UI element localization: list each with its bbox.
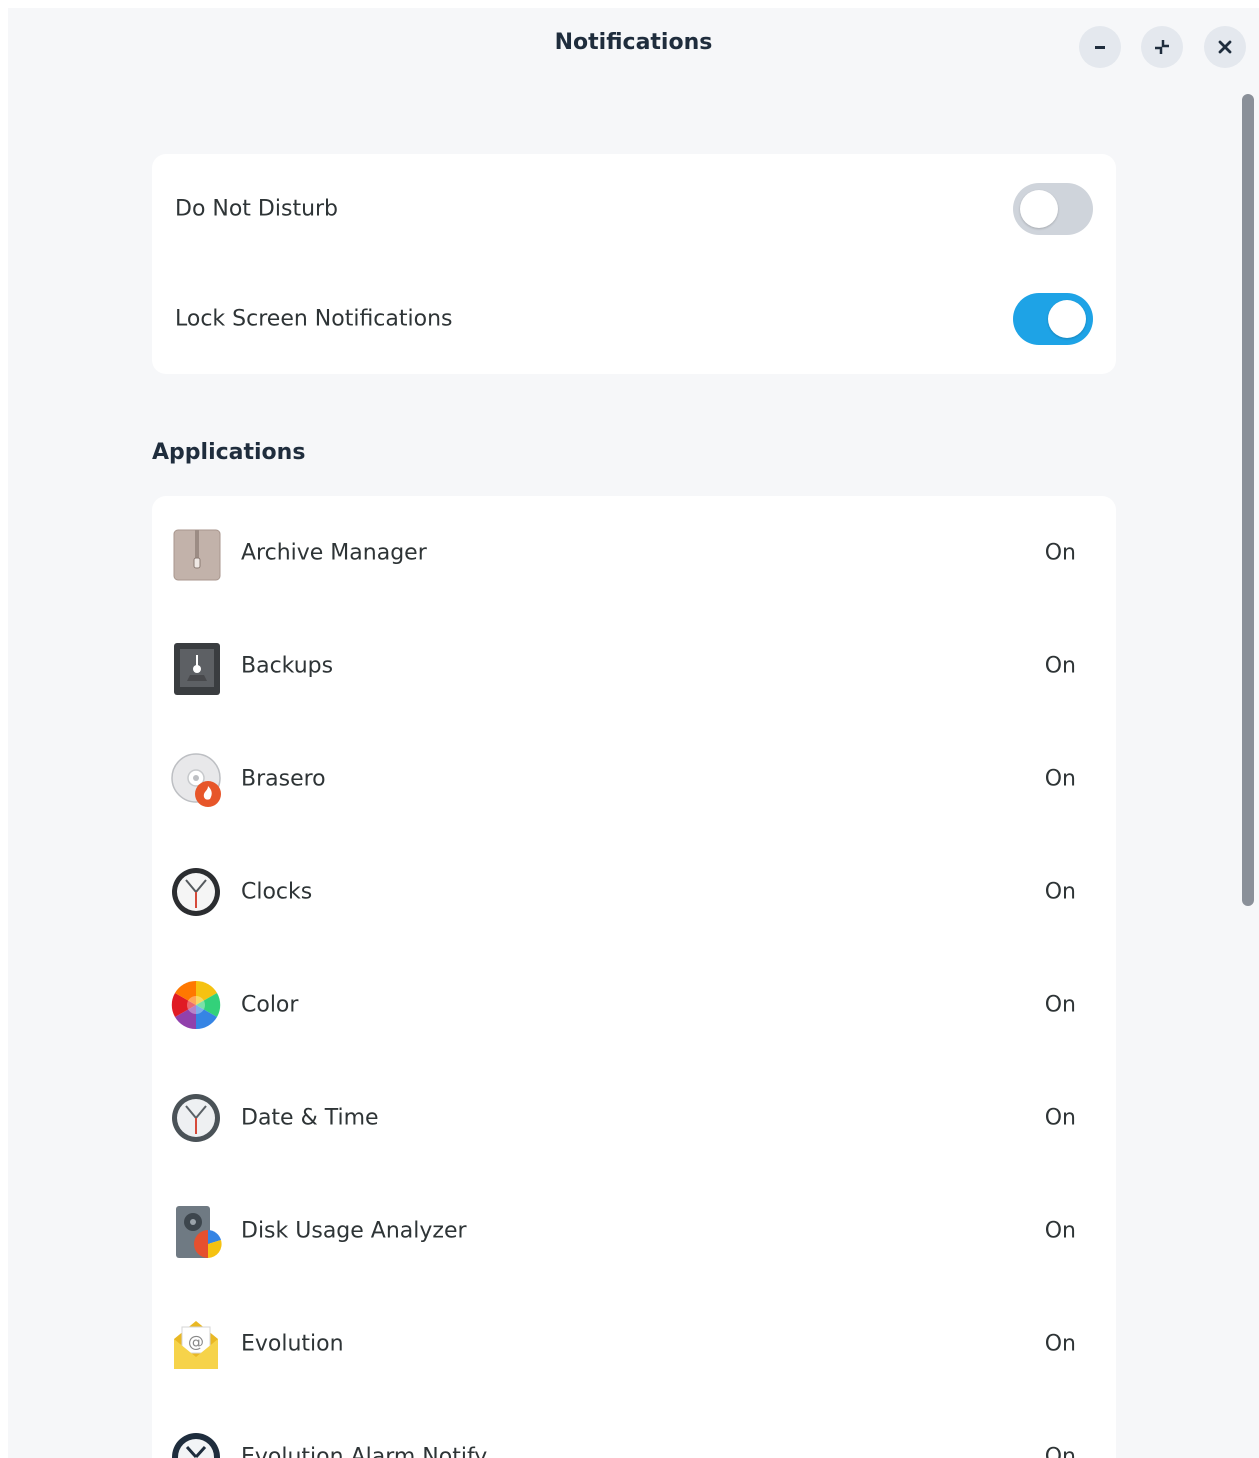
app-row-disk-usage-analyzer[interactable]: Disk Usage Analyzer On [152,1174,1116,1287]
brasero-icon [170,750,226,810]
app-notification-state: On [1044,1218,1076,1243]
app-row-brasero[interactable]: Brasero On [152,722,1116,835]
app-row-clocks[interactable]: Clocks On [152,835,1116,948]
clocks-icon [170,863,226,923]
do-not-disturb-label: Do Not Disturb [175,196,339,222]
lock-screen-notifications-switch[interactable] [1013,293,1093,345]
app-notification-state: On [1044,1444,1076,1458]
applications-heading: Applications [152,440,306,465]
app-row-evolution-alarm-notify[interactable]: Evolution Alarm Notify On [152,1400,1116,1458]
app-row-date-time[interactable]: Date & Time On [152,1061,1116,1174]
disk-usage-analyzer-icon [170,1202,226,1262]
close-button[interactable] [1204,26,1246,68]
switch-knob [1048,300,1086,338]
restore-button[interactable] [1141,26,1183,68]
lock-screen-notifications-label: Lock Screen Notifications [175,306,453,332]
lock-screen-notifications-row[interactable]: Lock Screen Notifications [152,264,1116,374]
app-notification-state: On [1044,1331,1076,1356]
app-name: Brasero [241,766,326,791]
minimize-button[interactable] [1079,26,1121,68]
app-row-color[interactable]: Color On [152,948,1116,1061]
minimize-icon [1095,46,1105,49]
backups-icon [170,637,226,697]
app-notification-state: On [1044,653,1076,678]
app-name: Disk Usage Analyzer [241,1218,467,1243]
titlebar: Notifications [8,8,1259,80]
applications-list: Archive Manager On Backups On Brasero On… [152,496,1116,1458]
app-row-backups[interactable]: Backups On [152,609,1116,722]
app-name: Backups [241,653,334,678]
app-notification-state: On [1044,766,1076,791]
svg-text:@: @ [188,1332,204,1351]
app-row-evolution[interactable]: @ Evolution On [152,1287,1116,1400]
do-not-disturb-row[interactable]: Do Not Disturb [152,154,1116,264]
app-name: Clocks [241,879,313,904]
app-notification-state: On [1044,879,1076,904]
app-name: Evolution [241,1331,344,1356]
app-notification-state: On [1044,1105,1076,1130]
restore-icon [1155,40,1169,54]
close-icon [1218,40,1232,54]
color-icon [170,976,226,1036]
app-name: Date & Time [241,1105,379,1130]
app-notification-state: On [1044,540,1076,565]
app-row-archive-manager[interactable]: Archive Manager On [152,496,1116,609]
date-time-icon [170,1089,226,1149]
general-settings-card: Do Not Disturb Lock Screen Notifications [152,154,1116,374]
app-name: Color [241,992,299,1017]
notifications-window: Notifications Do Not Disturb Lock Screen… [8,8,1259,1458]
evolution-icon: @ [170,1315,226,1375]
archive-manager-icon [170,524,226,584]
vertical-scrollbar[interactable] [1242,94,1254,906]
app-name: Evolution Alarm Notify [241,1444,488,1458]
window-title: Notifications [554,30,713,55]
switch-knob [1020,190,1058,228]
evolution-alarm-notify-icon [170,1428,226,1458]
app-name: Archive Manager [241,540,427,565]
app-notification-state: On [1044,992,1076,1017]
do-not-disturb-switch[interactable] [1013,183,1093,235]
